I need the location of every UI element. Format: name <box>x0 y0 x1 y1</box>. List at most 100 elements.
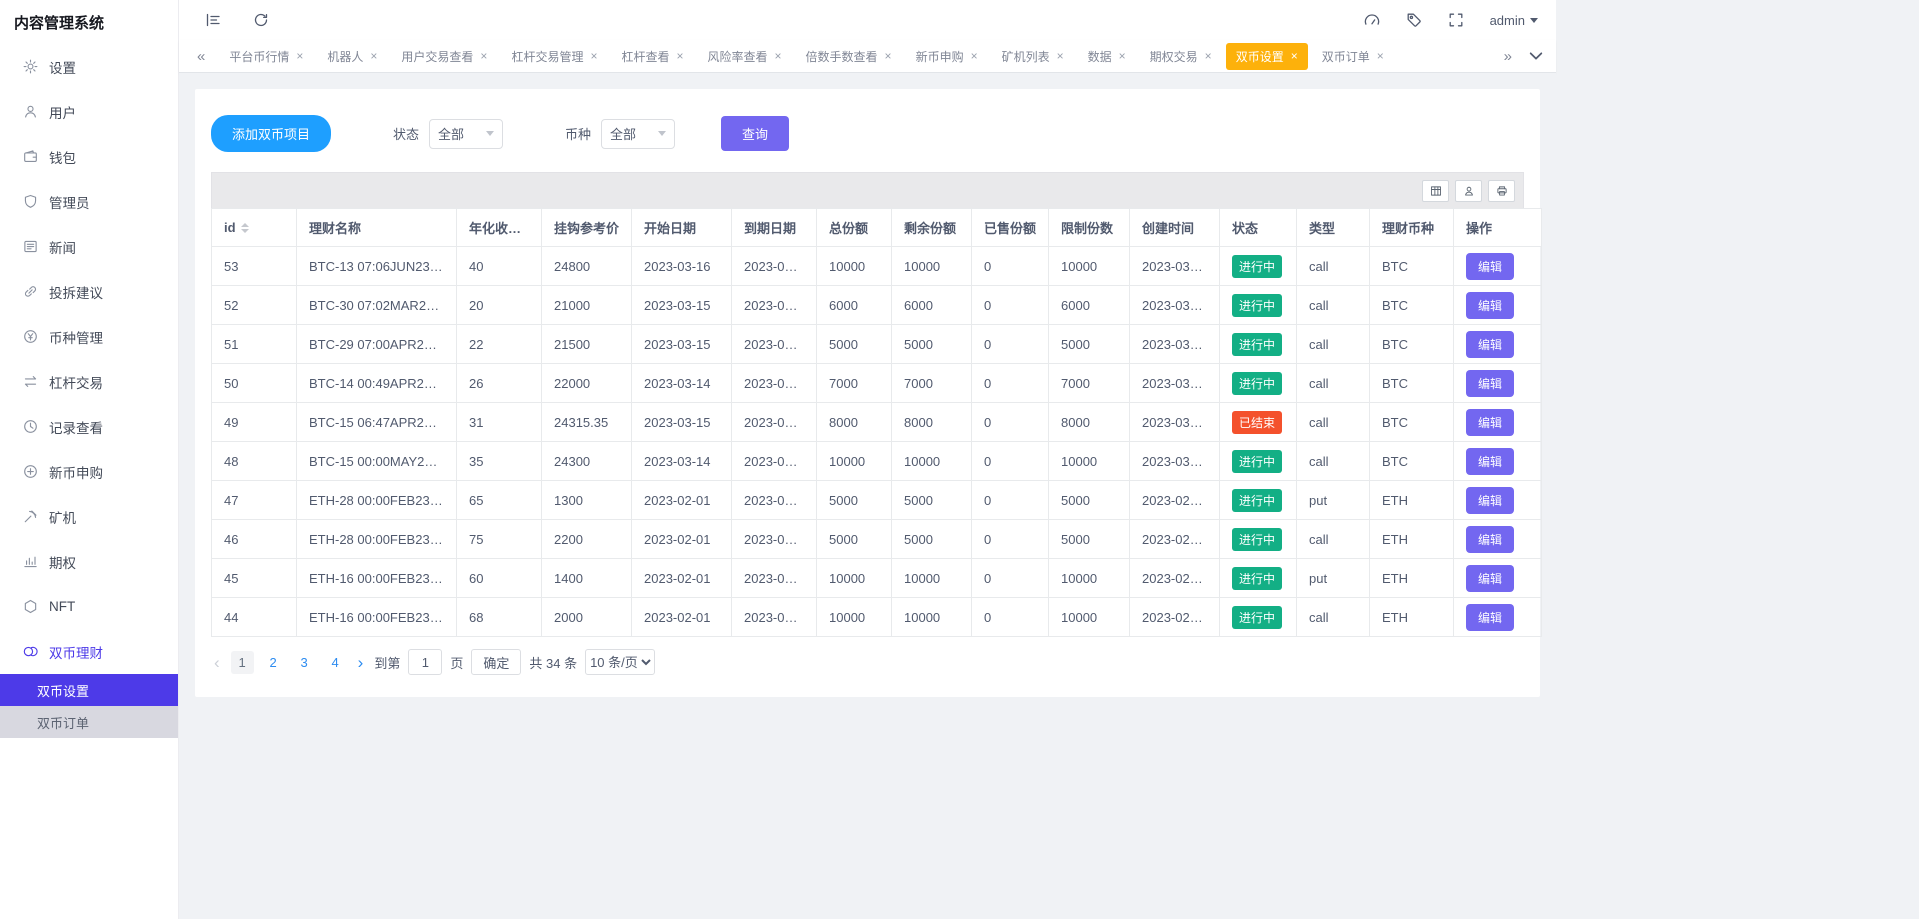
cell-id: 48 <box>212 442 297 481</box>
coin-select[interactable]: 全部 <box>601 119 675 149</box>
confirm-button[interactable]: 确定 <box>471 649 521 675</box>
dashboard-icon[interactable] <box>1364 12 1380 28</box>
tab-close-icon[interactable]: × <box>1377 50 1384 62</box>
tab-矿机列表[interactable]: 矿机列表× <box>992 43 1074 70</box>
next-page-icon[interactable]: › <box>355 654 367 671</box>
sidebar-item-leverage[interactable]: 杠杆交易 <box>0 359 178 404</box>
tab-双币设置[interactable]: 双币设置× <box>1226 43 1308 70</box>
refresh-icon[interactable] <box>253 12 269 28</box>
sidebar-item-options[interactable]: 期权 <box>0 539 178 584</box>
tab-close-icon[interactable]: × <box>370 50 377 62</box>
status-select[interactable]: 全部 <box>429 119 503 149</box>
tab-倍数手数查看[interactable]: 倍数手数查看× <box>796 43 902 70</box>
column-header: 年化收益率% <box>457 209 542 247</box>
tab-杠杆查看[interactable]: 杠杆查看× <box>611 43 693 70</box>
tab-close-icon[interactable]: × <box>1119 50 1126 62</box>
sidebar-item-new-coin[interactable]: 新币申购 <box>0 449 178 494</box>
cell-created: 2023-03-15 <box>1130 442 1220 481</box>
goto-label: 到第 <box>374 653 400 672</box>
tab-menu-chevron-down-icon[interactable] <box>1528 48 1544 64</box>
page-number[interactable]: 2 <box>262 651 285 674</box>
tab-期权交易[interactable]: 期权交易× <box>1140 43 1222 70</box>
page-size-select[interactable]: 10 条/页 <box>585 649 655 675</box>
tab-数据[interactable]: 数据× <box>1078 43 1136 70</box>
sidebar-subitem-dual-settings[interactable]: 双币设置 <box>0 674 178 706</box>
tab-机器人[interactable]: 机器人× <box>317 43 387 70</box>
tab-杠杆交易管理[interactable]: 杠杆交易管理× <box>501 43 607 70</box>
edit-button[interactable]: 编辑 <box>1466 331 1514 358</box>
table-row: 44ETH-16 00:00FEB23-2000-C6820002023-02-… <box>212 598 1542 637</box>
sidebar-item-records[interactable]: 记录查看 <box>0 404 178 449</box>
cell-rate: 22 <box>457 325 542 364</box>
tab-close-icon[interactable]: × <box>885 50 892 62</box>
tag-icon[interactable] <box>1406 12 1422 28</box>
sidebar-item-nft[interactable]: NFT <box>0 584 178 629</box>
sidebar-item-coins[interactable]: 币种管理 <box>0 314 178 359</box>
add-dual-project-button[interactable]: 添加双币项目 <box>211 115 331 152</box>
cell-id: 53 <box>212 247 297 286</box>
edit-button[interactable]: 编辑 <box>1466 409 1514 436</box>
cell-start: 2023-03-14 <box>632 442 732 481</box>
content: 添加双币项目 状态 全部 币种 全部 查询 <box>179 73 1556 919</box>
sidebar-item-wallet[interactable]: 钱包 <box>0 134 178 179</box>
sort-icon[interactable] <box>241 223 249 233</box>
sidebar: 内容管理系统 设置 用户 钱包 管理员 新闻 投拆建议 币种管理 <box>0 0 179 919</box>
edit-button[interactable]: 编辑 <box>1466 292 1514 319</box>
cell-rate: 35 <box>457 442 542 481</box>
tab-close-icon[interactable]: × <box>1205 50 1212 62</box>
export-user-icon[interactable] <box>1455 180 1482 202</box>
tab-close-icon[interactable]: × <box>676 50 683 62</box>
tab-close-icon[interactable]: × <box>971 50 978 62</box>
cell-end: 2023-02-16 <box>732 598 817 637</box>
sidebar-item-news[interactable]: 新闻 <box>0 224 178 269</box>
search-button[interactable]: 查询 <box>721 116 789 151</box>
hexagon-icon <box>23 599 38 614</box>
page-number[interactable]: 3 <box>293 651 316 674</box>
tab-close-icon[interactable]: × <box>590 50 597 62</box>
table-columns-icon[interactable] <box>1422 180 1449 202</box>
scroll-right-icon[interactable]: » <box>1502 49 1514 64</box>
cell-type: call <box>1297 520 1370 559</box>
sidebar-item-dual-finance[interactable]: 双币理财 <box>0 629 178 674</box>
tab-新币申购[interactable]: 新币申购× <box>906 43 988 70</box>
edit-button[interactable]: 编辑 <box>1466 487 1514 514</box>
cell-start: 2023-02-01 <box>632 559 732 598</box>
cell-coin: BTC <box>1370 286 1454 325</box>
sidebar-item-miner[interactable]: 矿机 <box>0 494 178 539</box>
edit-button[interactable]: 编辑 <box>1466 604 1514 631</box>
sidebar-item-users[interactable]: 用户 <box>0 89 178 134</box>
edit-button[interactable]: 编辑 <box>1466 565 1514 592</box>
printer-icon[interactable] <box>1488 180 1515 202</box>
edit-button[interactable]: 编辑 <box>1466 253 1514 280</box>
tab-平台币行情[interactable]: 平台币行情× <box>219 43 313 70</box>
page-number[interactable]: 4 <box>324 651 347 674</box>
prev-page-icon[interactable]: ‹ <box>211 654 223 671</box>
tab-close-icon[interactable]: × <box>1291 50 1298 62</box>
user-menu[interactable]: admin <box>1490 13 1538 28</box>
cell-remaining: 6000 <box>892 286 972 325</box>
tab-用户交易查看[interactable]: 用户交易查看× <box>391 43 497 70</box>
tab-close-icon[interactable]: × <box>775 50 782 62</box>
tab-close-icon[interactable]: × <box>1057 50 1064 62</box>
tab-风险率查看[interactable]: 风险率查看× <box>698 43 792 70</box>
edit-button[interactable]: 编辑 <box>1466 526 1514 553</box>
scroll-left-icon[interactable]: « <box>195 49 207 64</box>
cell-limit: 7000 <box>1049 364 1130 403</box>
sidebar-item-admins[interactable]: 管理员 <box>0 179 178 224</box>
sidebar-item-settings[interactable]: 设置 <box>0 44 178 89</box>
goto-page-input[interactable] <box>408 649 442 675</box>
tab-close-icon[interactable]: × <box>480 50 487 62</box>
edit-button[interactable]: 编辑 <box>1466 370 1514 397</box>
cell-action: 编辑 <box>1454 286 1542 325</box>
wallet-icon <box>23 149 38 164</box>
tab-close-icon[interactable]: × <box>296 50 303 62</box>
sidebar-item-feedback[interactable]: 投拆建议 <box>0 269 178 314</box>
status-select-value: 全部 <box>438 124 464 143</box>
cell-end: 2023-04-29 <box>732 325 817 364</box>
page-number[interactable]: 1 <box>231 651 254 674</box>
edit-button[interactable]: 编辑 <box>1466 448 1514 475</box>
fullscreen-icon[interactable] <box>1448 12 1464 28</box>
tab-双币订单[interactable]: 双币订单× <box>1312 43 1394 70</box>
sidebar-subitem-dual-orders[interactable]: 双币订单 <box>0 706 178 738</box>
collapse-menu-icon[interactable] <box>205 12 221 28</box>
